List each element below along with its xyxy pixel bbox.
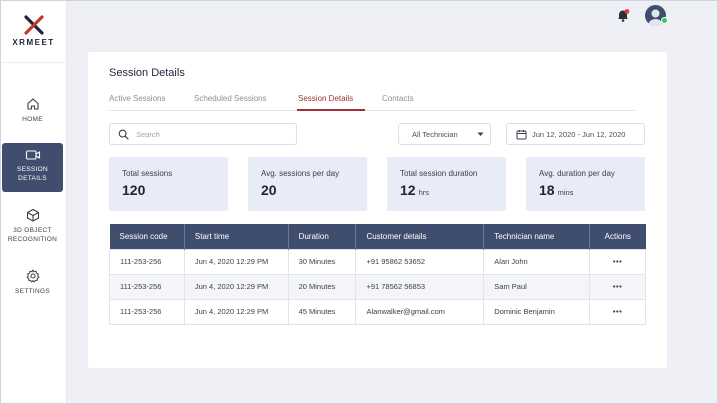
video-icon [25, 150, 40, 160]
stat-value: 120 [122, 182, 146, 198]
stat-value: 12 hrs [400, 182, 429, 198]
column-header-duration[interactable]: Duration [288, 224, 357, 249]
cell-start-time: Jun 4, 2020 12:29 PM [183, 298, 289, 325]
technician-dropdown[interactable]: All Technician [398, 123, 491, 145]
sidebar-item-session-details[interactable]: SESSION DETAILS [2, 143, 63, 192]
table-row[interactable]: 111-253-256 Jun 4, 2020 12:29 PM 20 Minu… [109, 273, 646, 300]
logo-text: XRMEET [12, 38, 55, 47]
table-header-row: Session code Start time Duration Custome… [109, 224, 646, 249]
tab-active-sessions[interactable]: Active Sessions [109, 94, 165, 103]
stat-avg-sessions-per-day: Avg. sessions per day 20 [248, 157, 367, 211]
cell-session-code: 111-253-256 [109, 273, 185, 300]
home-icon [26, 98, 39, 110]
cell-session-code: 111-253-256 [109, 298, 185, 325]
tab-bar: Active Sessions Scheduled Sessions Sessi… [109, 94, 636, 111]
row-actions-menu-button[interactable]: ••• [589, 298, 646, 325]
column-header-customer-details[interactable]: Customer details [355, 224, 485, 249]
logo-mark-icon [23, 15, 44, 35]
stat-label: Total session duration [400, 169, 478, 178]
stat-total-sessions: Total sessions 120 [109, 157, 228, 211]
stat-label: Total sessions [122, 169, 173, 178]
sidebar-item-settings[interactable]: SETTINGS [2, 266, 63, 302]
sidebar-item-label: SETTINGS [15, 288, 50, 295]
cell-customer-details: Alanwalker@gmail.com [355, 298, 485, 325]
cell-technician-name: Dominic Benjamin [483, 298, 591, 325]
column-header-start-time[interactable]: Start time [184, 224, 289, 249]
search-box [109, 123, 297, 145]
cell-technician-name: Sam Paul [483, 273, 591, 300]
stat-unit: hrs [418, 188, 429, 197]
session-details-card: Session Details Active Sessions Schedule… [88, 52, 667, 368]
calendar-icon [516, 130, 527, 140]
stat-total-session-duration: Total session duration 12 hrs [387, 157, 506, 211]
gear-icon [26, 269, 39, 283]
sidebar-item-label: DETAILS [18, 175, 47, 182]
cell-duration: 20 Minutes [287, 273, 357, 300]
cell-duration: 45 Minutes [287, 298, 357, 325]
table-row[interactable]: 111-253-256 Jun 4, 2020 12:29 PM 45 Minu… [109, 298, 646, 325]
stat-unit: mins [557, 188, 574, 197]
active-tab-indicator [297, 109, 365, 111]
stat-label: Avg. sessions per day [261, 169, 340, 178]
tab-contacts[interactable]: Contacts [382, 94, 414, 103]
tab-scheduled-sessions[interactable]: Scheduled Sessions [194, 94, 267, 103]
sidebar-item-label: RECOGNITION [7, 236, 58, 243]
search-input[interactable] [136, 128, 291, 141]
technician-dropdown-value: All Technician [412, 130, 458, 139]
sidebar-item-label: 3D OBJECT [13, 227, 52, 234]
sidebar-item-label: SESSION [17, 166, 48, 173]
column-header-actions: Actions [589, 224, 646, 249]
cell-customer-details: +91 95862 53652 [355, 248, 485, 275]
column-header-session-code[interactable]: Session code [109, 224, 185, 249]
cube-icon [26, 208, 39, 222]
date-range-value: Jun 12, 2020 - Jun 12, 2020 [532, 130, 626, 139]
sidebar: XRMEET HOME SESSION DETAILS 3D OBJECT RE… [0, 0, 67, 404]
sidebar-item-3d-object-recognition[interactable]: 3D OBJECT RECOGNITION [2, 205, 63, 251]
sidebar-item-home[interactable]: HOME [2, 94, 63, 130]
cell-start-time: Jun 4, 2020 12:29 PM [183, 248, 289, 275]
search-icon [118, 129, 129, 140]
stat-value: 20 [261, 182, 277, 198]
column-header-technician-name[interactable]: Technician name [483, 224, 591, 249]
sidebar-item-label: HOME [22, 116, 43, 123]
tab-session-details[interactable]: Session Details [298, 94, 353, 103]
sessions-table: Session code Start time Duration Custome… [109, 224, 646, 325]
stat-value: 18 mins [539, 182, 574, 198]
xrmeet-logo[interactable]: XRMEET [0, 14, 67, 47]
notification-button[interactable] [615, 7, 631, 23]
stat-label: Avg. duration per day [539, 169, 615, 178]
logo-divider [0, 62, 67, 63]
bell-icon [618, 9, 630, 22]
cell-start-time: Jun 4, 2020 12:29 PM [183, 273, 289, 300]
date-range-picker[interactable]: Jun 12, 2020 - Jun 12, 2020 [506, 123, 645, 145]
cell-duration: 30 Minutes [287, 248, 357, 275]
table-row[interactable]: 111-253-256 Jun 4, 2020 12:29 PM 30 Minu… [109, 248, 646, 275]
cell-customer-details: +91 78562 56853 [355, 273, 485, 300]
caret-down-icon [477, 132, 484, 136]
cell-technician-name: Alan John [483, 248, 591, 275]
row-actions-menu-button[interactable]: ••• [589, 248, 646, 275]
page-title: Session Details [109, 67, 185, 79]
stat-avg-duration-per-day: Avg. duration per day 18 mins [526, 157, 645, 211]
online-status-dot [661, 17, 668, 24]
row-actions-menu-button[interactable]: ••• [589, 273, 646, 300]
cell-session-code: 111-253-256 [109, 248, 185, 275]
